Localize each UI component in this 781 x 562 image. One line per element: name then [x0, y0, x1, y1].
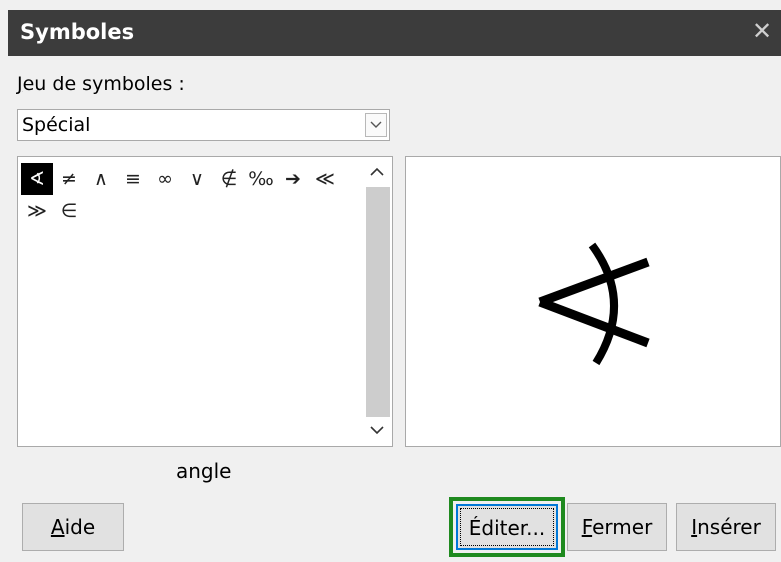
symbol-cell[interactable]: ≠ — [53, 163, 85, 195]
symbol-cell[interactable]: ∧ — [85, 163, 117, 195]
symbol-grid[interactable]: ∢ ≠ ∧ ≡ ∞ ∨ ∉ ‰ ➔ ≪ ≫ ∈ — [17, 156, 393, 447]
dialog-title: Symboles — [20, 20, 135, 44]
symbol-cell[interactable]: ∞ — [149, 163, 181, 195]
close-icon[interactable]: ✕ — [751, 19, 773, 43]
symbol-cell[interactable]: ≡ — [117, 163, 149, 195]
help-button[interactable]: Aide — [22, 503, 124, 551]
symbol-preview — [405, 156, 781, 447]
symbol-cell[interactable]: ∢ — [21, 163, 53, 195]
close-button[interactable]: Fermer — [567, 503, 667, 551]
chevron-down-icon — [370, 121, 382, 128]
chevron-down-icon[interactable] — [370, 425, 384, 435]
symbol-set-value: Spécial — [22, 114, 91, 136]
symbol-cell[interactable]: ∉ — [213, 163, 245, 195]
angle-symbol-preview — [538, 242, 650, 366]
scrollbar-thumb[interactable] — [366, 187, 390, 417]
symbol-name: angle — [176, 459, 232, 483]
symbol-cell[interactable]: ∈ — [53, 195, 85, 227]
symbol-cell[interactable]: ➔ — [277, 163, 309, 195]
dropdown-button[interactable] — [365, 113, 387, 137]
symbol-cell[interactable]: ≪ — [309, 163, 341, 195]
symbol-set-label: Jeu de symboles : — [17, 73, 185, 95]
symbol-set-dropdown[interactable]: Spécial — [17, 109, 390, 141]
insert-button[interactable]: Insérer — [676, 503, 776, 551]
symbol-cell[interactable]: ‰ — [245, 163, 277, 195]
symbol-cell[interactable]: ≫ — [21, 195, 53, 227]
title-bar: Symboles ✕ — [8, 10, 781, 56]
edit-button-label: Éditer... — [460, 508, 554, 546]
symbol-cell[interactable]: ∨ — [181, 163, 213, 195]
chevron-up-icon[interactable] — [370, 167, 384, 177]
edit-button[interactable]: Éditer... — [456, 504, 558, 550]
grid-scrollbar[interactable] — [364, 159, 390, 444]
